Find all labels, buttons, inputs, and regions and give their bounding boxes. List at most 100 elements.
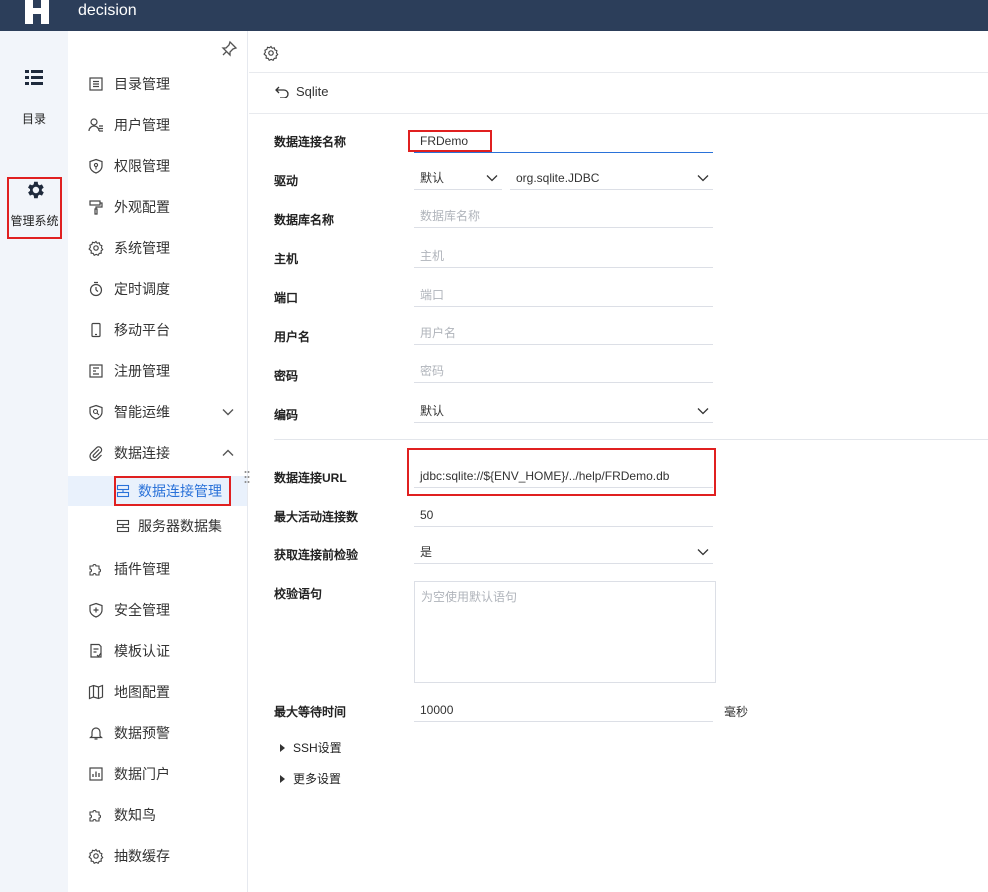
label-username: 用户名 [274, 330, 311, 344]
chevron-down-icon [222, 409, 234, 416]
paint-roller-icon [89, 200, 103, 215]
nav-item-catalog[interactable]: 目录管理 [68, 69, 247, 99]
nav-sub-db-connection-manage[interactable]: 数据连接管理 [68, 476, 247, 506]
nav-label: 定时调度 [114, 281, 170, 297]
ops-icon [89, 404, 103, 420]
nav-item-user[interactable]: 用户管理 [68, 110, 247, 140]
nav-item-plugin[interactable]: 插件管理 [68, 554, 247, 584]
nav-item-template-cert[interactable]: 模板认证 [68, 636, 247, 666]
nav-item-security[interactable]: 安全管理 [68, 595, 247, 625]
max-wait-unit: 毫秒 [724, 705, 749, 719]
nav-label: 数据预警 [114, 725, 170, 741]
label-port: 端口 [274, 291, 299, 305]
driver-mode-select[interactable]: 默认 [414, 166, 502, 190]
nav-item-shuzhiniao[interactable]: 数知鸟 [68, 800, 247, 830]
caret-right-icon [280, 743, 285, 752]
nav-label: 外观配置 [114, 199, 170, 215]
rail-item-catalog[interactable]: 目录 [0, 69, 68, 127]
more-settings-label: 更多设置 [293, 772, 342, 786]
password-input[interactable]: 密码 [414, 359, 713, 383]
connection-url-value: jdbc:sqlite://${ENV_HOME}/../help/FRDemo… [420, 468, 670, 483]
chevron-down-icon [697, 175, 709, 182]
left-rail: 目录 管理系统 [0, 31, 68, 892]
gear-icon [88, 848, 104, 864]
nav-label: 智能运维 [114, 404, 170, 420]
username-input[interactable]: 用户名 [414, 321, 713, 345]
connection-url-input[interactable]: jdbc:sqlite://${ENV_HOME}/../help/FRDemo… [414, 464, 713, 488]
nav-label: 插件管理 [114, 561, 170, 577]
label-host: 主机 [274, 252, 299, 266]
ssh-settings-toggle[interactable]: SSH设置 [280, 739, 342, 756]
max-wait-input[interactable]: 10000 [414, 698, 713, 722]
top-bar: decision [0, 0, 988, 31]
nav-label: 移动平台 [114, 322, 170, 338]
nav-item-system[interactable]: 系统管理 [68, 233, 247, 263]
nav-label: 数据连接 [114, 445, 170, 461]
nav-item-mobile[interactable]: 移动平台 [68, 315, 247, 345]
back-arrow-icon [275, 86, 289, 98]
chevron-down-icon [697, 549, 709, 556]
catalog-icon [89, 77, 103, 91]
label-max-wait: 最大等待时间 [274, 705, 347, 719]
nav-item-appearance[interactable]: 外观配置 [68, 192, 247, 222]
register-icon [89, 364, 103, 378]
driver-class-value: org.sqlite.JDBC [516, 170, 600, 185]
divider [249, 113, 988, 114]
nav-item-data-connection[interactable]: 数据连接 [68, 438, 247, 468]
test-before-select[interactable]: 是 [414, 540, 713, 564]
nav-label: 用户管理 [114, 117, 170, 133]
database-name-placeholder: 数据库名称 [420, 209, 481, 223]
nav-label: 地图配置 [114, 684, 170, 700]
driver-class-select[interactable]: org.sqlite.JDBC [510, 166, 713, 190]
port-input[interactable]: 端口 [414, 283, 713, 307]
db-connection-icon [116, 484, 130, 498]
port-placeholder: 端口 [420, 288, 445, 302]
username-placeholder: 用户名 [420, 326, 457, 340]
portal-icon [89, 767, 103, 781]
back-button[interactable]: Sqlite [275, 84, 329, 99]
list-icon [25, 70, 43, 85]
gear-icon [27, 181, 44, 199]
nav-label: 数知鸟 [114, 807, 156, 823]
label-max-active: 最大活动连接数 [274, 510, 359, 524]
rail-item-admin[interactable]: 管理系统 [7, 177, 62, 239]
puzzle-icon [89, 564, 101, 576]
rail-label-admin: 管理系统 [10, 214, 59, 228]
database-name-input[interactable]: 数据库名称 [414, 204, 713, 228]
host-input[interactable]: 主机 [414, 244, 713, 268]
pin-icon[interactable] [220, 40, 238, 58]
ssh-settings-label: SSH设置 [293, 741, 342, 755]
nav-item-permission[interactable]: 权限管理 [68, 151, 247, 181]
nav-item-alert[interactable]: 数据预警 [68, 718, 247, 748]
nav-label: 数据门户 [114, 766, 170, 782]
mobile-icon [91, 322, 101, 338]
nav-label: 注册管理 [114, 363, 170, 379]
max-wait-value: 10000 [420, 702, 454, 717]
server-dataset-icon [116, 519, 130, 533]
caret-right-icon [280, 774, 285, 783]
nav-sub-server-dataset[interactable]: 服务器数据集 [68, 511, 247, 541]
label-connection-url: 数据连接URL [274, 471, 347, 485]
label-encoding: 编码 [274, 408, 299, 422]
encoding-select[interactable]: 默认 [414, 399, 713, 423]
shield-plus-icon [89, 602, 103, 618]
nav-item-ops[interactable]: 智能运维 [68, 397, 247, 427]
nav-label: 抽数缓存 [114, 848, 170, 864]
user-icon [88, 118, 103, 132]
divider [274, 439, 988, 440]
bell-icon [89, 727, 103, 740]
nav-label: 安全管理 [114, 602, 170, 618]
nav-label: 模板认证 [114, 643, 170, 659]
nav-item-register[interactable]: 注册管理 [68, 356, 247, 386]
nav-item-map[interactable]: 地图配置 [68, 677, 247, 707]
connection-name-input[interactable]: FRDemo [414, 129, 713, 153]
nav-item-portal[interactable]: 数据门户 [68, 759, 247, 789]
shield-key-icon [89, 158, 103, 174]
gear-icon[interactable] [263, 45, 279, 61]
more-settings-toggle[interactable]: 更多设置 [280, 770, 341, 787]
max-active-input[interactable]: 50 [414, 503, 713, 527]
validation-query-textarea[interactable]: 为空使用默认语句 [414, 581, 716, 683]
password-placeholder: 密码 [420, 364, 445, 378]
nav-item-schedule[interactable]: 定时调度 [68, 274, 247, 304]
nav-item-extract-cache[interactable]: 抽数缓存 [68, 841, 247, 871]
